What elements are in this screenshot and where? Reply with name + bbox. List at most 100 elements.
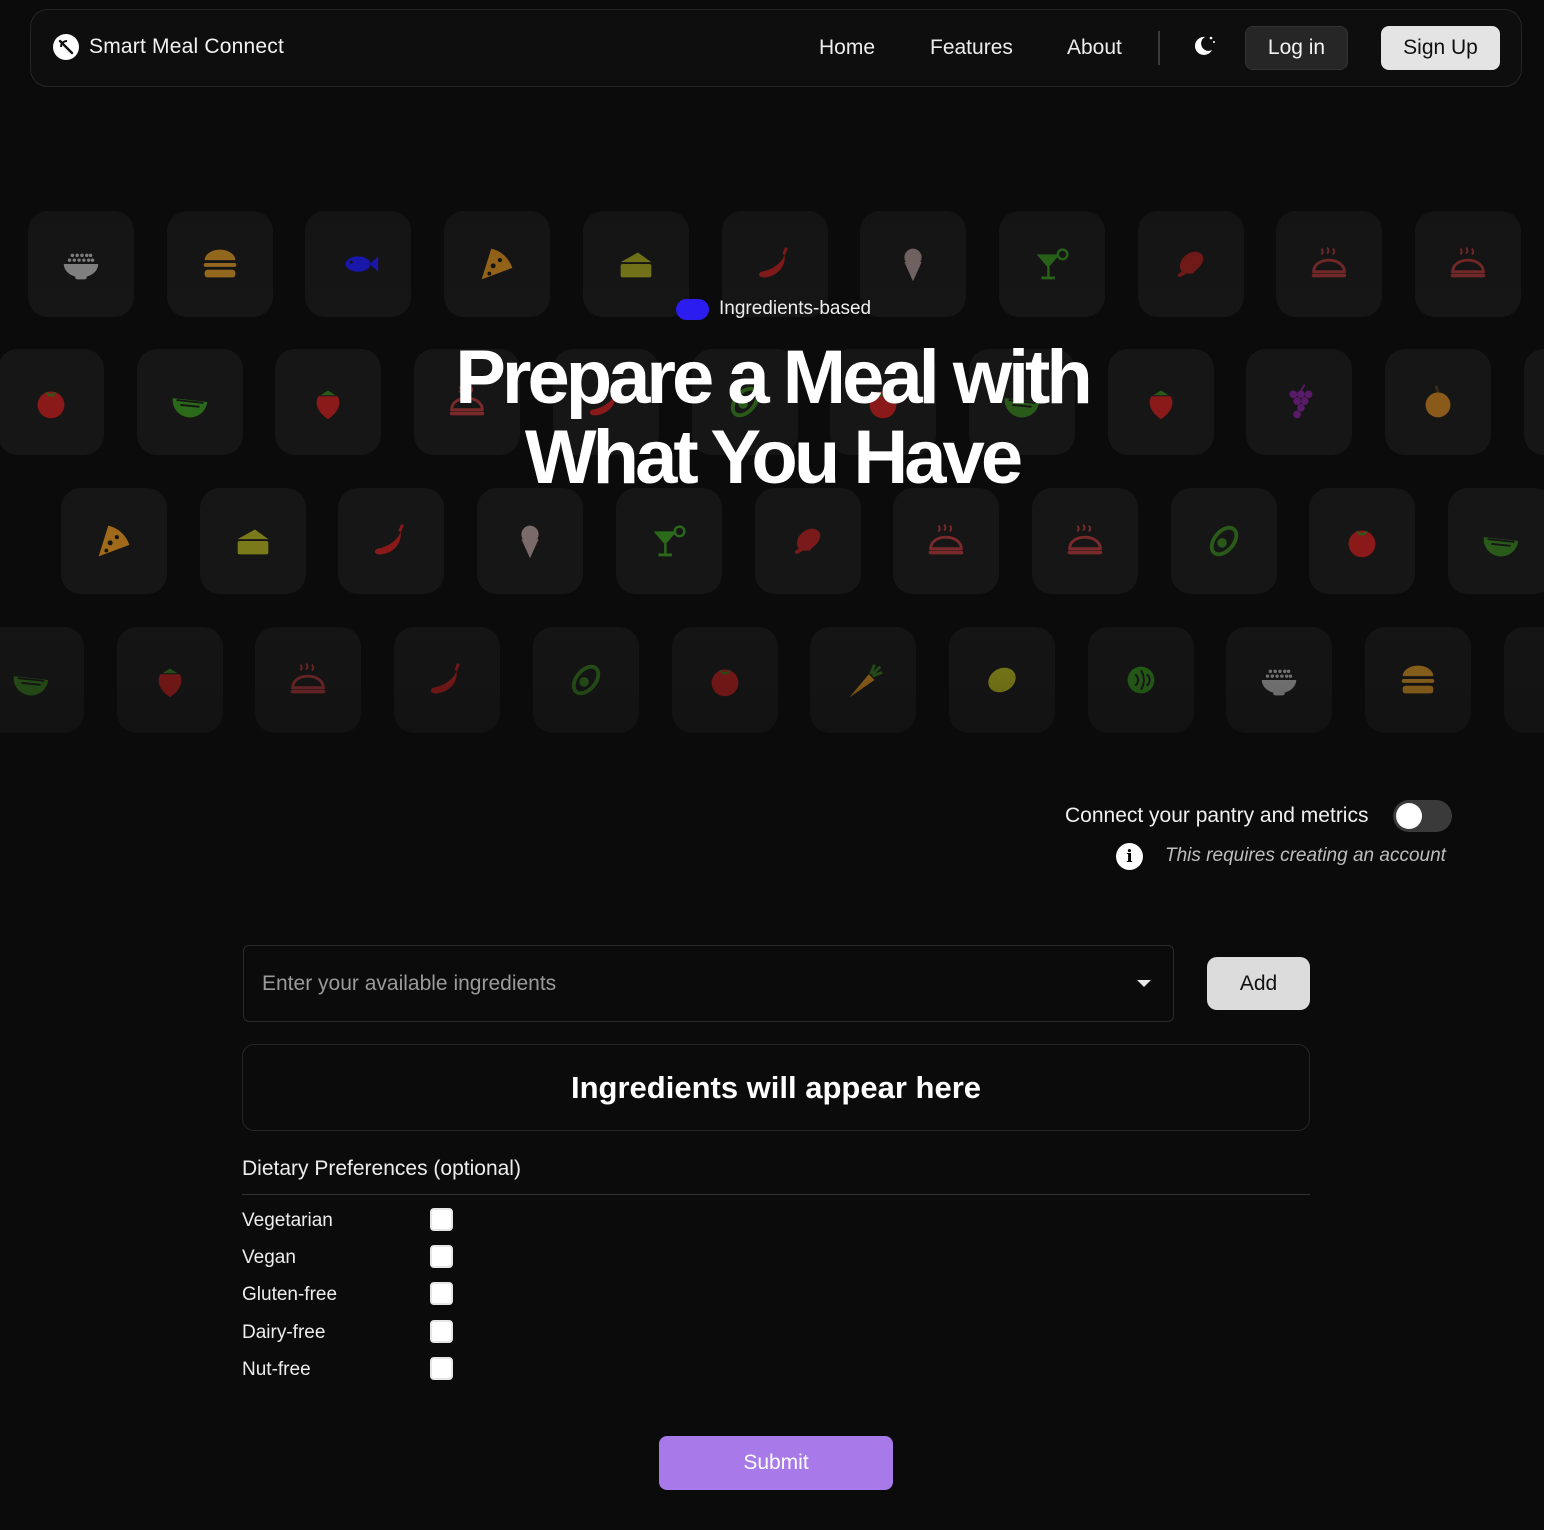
- utensils-logo-icon: [53, 34, 79, 60]
- tomato-icon: [1348, 530, 1376, 558]
- ingredient-select[interactable]: [243, 945, 1174, 1022]
- food-tile: [860, 211, 966, 317]
- nav-link-home[interactable]: Home: [819, 36, 875, 60]
- pizza-icon: [481, 248, 513, 280]
- nav-link-about[interactable]: About: [1067, 36, 1122, 60]
- food-tile: [1524, 349, 1544, 455]
- rice-bowl-icon: [1261, 669, 1297, 696]
- food-tile: [477, 488, 583, 594]
- meat-icon: [794, 528, 821, 554]
- login-button[interactable]: Log in: [1245, 26, 1348, 70]
- food-tile: [255, 627, 361, 733]
- rice-bowl-icon: [63, 253, 99, 280]
- avocado-icon: [571, 664, 601, 696]
- nut-free-checkbox[interactable]: [430, 1357, 453, 1380]
- food-tile: [1226, 627, 1332, 733]
- watermelon-icon: [172, 398, 208, 418]
- food-tile: [1138, 211, 1244, 317]
- food-tile: [583, 211, 689, 317]
- chili-icon: [430, 663, 460, 694]
- dairy-free-checkbox[interactable]: [430, 1320, 453, 1343]
- ingredient-input[interactable]: [244, 946, 1124, 1021]
- hero-title-line1: Prepare a Meal with: [455, 335, 1093, 420]
- food-tile: [305, 211, 411, 317]
- carrot-icon: [849, 664, 883, 698]
- connect-toggle[interactable]: [1393, 800, 1452, 832]
- food-tile: [1415, 211, 1521, 317]
- info-icon: i: [1116, 843, 1143, 870]
- signup-button[interactable]: Sign Up: [1381, 26, 1500, 70]
- add-button[interactable]: Add: [1207, 957, 1310, 1010]
- diet-option-nut-free: Nut-free: [242, 1357, 462, 1383]
- food-tile: [949, 627, 1055, 733]
- nav-divider: [1158, 31, 1160, 65]
- roast-icon: [1067, 524, 1103, 555]
- burger-icon: [1401, 665, 1435, 694]
- ice-cream-icon: [521, 525, 539, 559]
- diet-option-dairy-free: Dairy-free: [242, 1320, 462, 1346]
- cake-icon: [237, 529, 269, 555]
- account-note: This requires creating an account: [1165, 845, 1446, 866]
- roast-icon: [290, 663, 326, 694]
- hero-title: Prepare a Meal with What You Have: [322, 338, 1222, 498]
- vegan-checkbox[interactable]: [430, 1245, 453, 1268]
- navbar: Smart Meal Connect Home Features About L…: [30, 9, 1522, 87]
- food-tile: [893, 488, 999, 594]
- tomato-icon: [711, 669, 739, 697]
- food-tile: [672, 627, 778, 733]
- food-tile: [999, 211, 1105, 317]
- divider: [242, 1194, 1310, 1195]
- diet-option-vegan: Vegan: [242, 1245, 462, 1271]
- submit-button[interactable]: Submit: [659, 1436, 893, 1490]
- ingredients-list: Ingredients will appear here: [242, 1044, 1310, 1131]
- brand[interactable]: Smart Meal Connect: [53, 34, 284, 60]
- food-tile: [1504, 627, 1544, 733]
- fish-icon: [1534, 657, 1544, 703]
- food-tile: [810, 627, 916, 733]
- diet-option-vegetarian: Vegetarian: [242, 1208, 462, 1234]
- fish-icon: [345, 256, 379, 272]
- ice-cream-icon: [904, 248, 922, 282]
- roast-icon: [1311, 247, 1347, 278]
- food-tile: [394, 627, 500, 733]
- moon-icon[interactable]: [1189, 32, 1217, 60]
- diet-label: Vegan: [242, 1247, 296, 1268]
- cake-icon: [620, 252, 652, 278]
- strawberry-icon: [158, 668, 182, 698]
- diet-label: Gluten-free: [242, 1284, 338, 1305]
- chevron-down-icon[interactable]: [1137, 980, 1151, 987]
- badge-text: Ingredients-based: [719, 298, 872, 319]
- food-tile: [444, 211, 550, 317]
- avocado-icon: [1209, 525, 1239, 557]
- pizza-icon: [98, 525, 130, 557]
- cocktail-icon: [1036, 248, 1069, 280]
- roast-icon: [1450, 247, 1486, 278]
- watermelon-icon: [13, 676, 49, 696]
- food-tile: [616, 488, 722, 594]
- food-tile: [61, 488, 167, 594]
- nav-link-features[interactable]: Features: [930, 36, 1013, 60]
- gluten-free-checkbox[interactable]: [430, 1282, 453, 1305]
- food-tile: [1032, 488, 1138, 594]
- toggle-knob: [1396, 803, 1422, 829]
- watermelon-icon: [1483, 537, 1519, 557]
- food-tile: [0, 349, 104, 455]
- food-tile: [1448, 488, 1544, 594]
- chili-icon: [758, 247, 788, 278]
- food-tile: [0, 627, 84, 733]
- food-tile: [1088, 627, 1194, 733]
- diet-label: Vegetarian: [242, 1210, 333, 1231]
- hero-title-line2: What You Have: [524, 415, 1023, 500]
- diet-option-gluten-free: Gluten-free: [242, 1282, 462, 1308]
- food-tile: [1171, 488, 1277, 594]
- cabbage-icon: [1127, 666, 1155, 694]
- lemon-icon: [988, 667, 1016, 693]
- food-tile: [1309, 488, 1415, 594]
- ingredients-empty-message: Ingredients will appear here: [570, 1069, 981, 1105]
- dietary-title: Dietary Preferences (optional): [242, 1157, 521, 1180]
- food-tile: [755, 488, 861, 594]
- food-tile: [167, 211, 273, 317]
- vegetarian-checkbox[interactable]: [430, 1208, 453, 1231]
- food-tile: [1385, 349, 1491, 455]
- food-tile: [533, 627, 639, 733]
